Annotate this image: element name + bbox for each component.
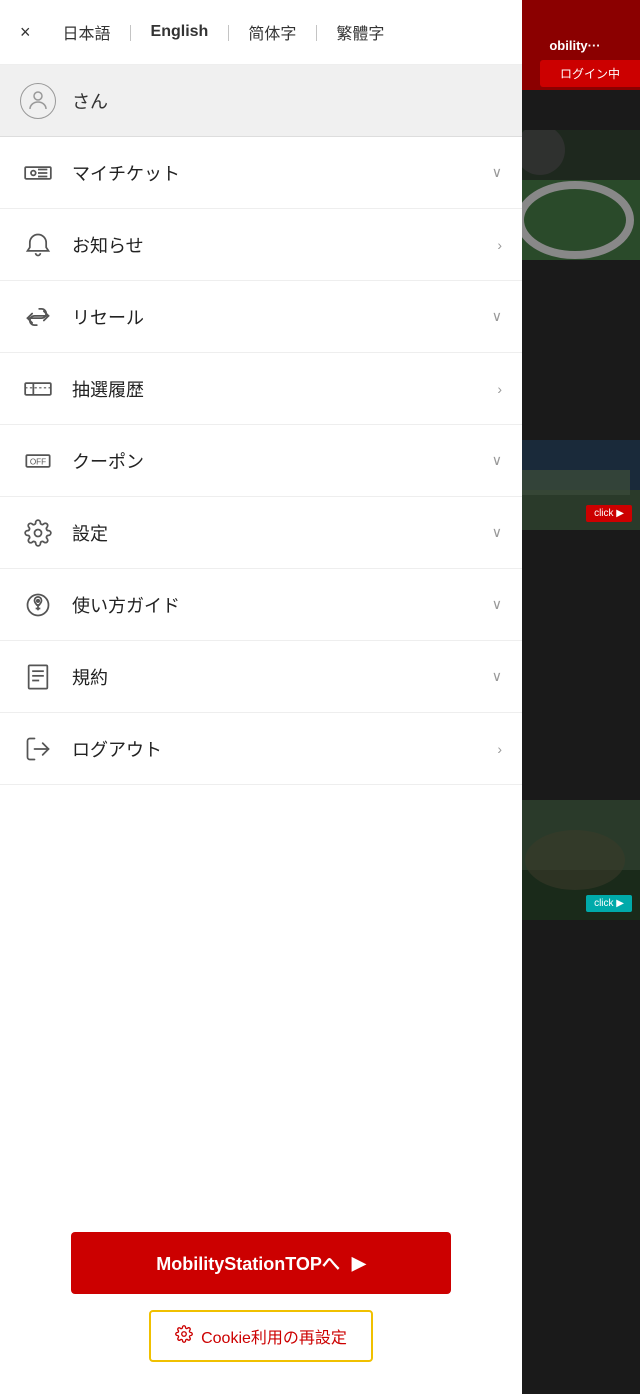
ticket-icon <box>20 155 56 191</box>
how-to-guide-label: 使い方ガイド <box>72 592 476 618</box>
my-ticket-arrow: ∨ <box>492 164 502 181</box>
brand-title: obility··· <box>544 33 605 58</box>
resale-arrow: ∨ <box>492 308 502 325</box>
language-bar: × 日本語 ｜ English ｜ 简体字 ｜ 繁體字 <box>0 0 522 65</box>
cookie-btn-label: Cookie利用の再設定 <box>201 1324 347 1348</box>
menu-panel: × 日本語 ｜ English ｜ 简体字 ｜ 繁體字 さん <box>0 0 522 1394</box>
mobility-station-top-button[interactable]: MobilityStationTOPへ ▶ <box>71 1232 451 1294</box>
racing-image-3: click ▶ <box>510 800 640 920</box>
my-ticket-label: マイチケット <box>72 160 476 186</box>
racing-image-1 <box>510 130 640 260</box>
lang-traditional-chinese[interactable]: 繁體字 <box>324 20 396 44</box>
menu-item-resale[interactable]: リセール ∨ <box>0 281 522 353</box>
resale-label: リセール <box>72 304 476 330</box>
lang-english[interactable]: English <box>139 23 221 41</box>
lang-sep-2: ｜ <box>220 20 236 44</box>
background-right-panel: obility··· ログイン中 click ▶ click ▶ <box>510 0 640 1394</box>
terms-label: 規約 <box>72 664 476 690</box>
coupon-arrow: ∨ <box>492 452 502 469</box>
notifications-arrow: › <box>497 237 502 253</box>
how-to-guide-arrow: ∨ <box>492 596 502 613</box>
lang-japanese[interactable]: 日本語 <box>51 20 123 44</box>
menu-item-coupon[interactable]: OFF クーポン ∨ <box>0 425 522 497</box>
coupon-label: クーポン <box>72 448 476 474</box>
close-button[interactable]: × <box>20 23 31 41</box>
menu-item-lottery-history[interactable]: 抽選履歴 › <box>0 353 522 425</box>
terms-icon <box>20 659 56 695</box>
settings-arrow: ∨ <box>492 524 502 541</box>
lottery-icon <box>20 371 56 407</box>
lottery-history-arrow: › <box>497 381 502 397</box>
menu-item-how-to-guide[interactable]: 使い方ガイド ∨ <box>0 569 522 641</box>
cookie-gear-icon <box>175 1325 193 1348</box>
logout-icon <box>20 731 56 767</box>
click-button-1[interactable]: click ▶ <box>586 505 632 522</box>
click-button-2[interactable]: click ▶ <box>586 895 632 912</box>
svg-text:OFF: OFF <box>30 457 46 466</box>
mobility-btn-label: MobilityStationTOPへ <box>156 1250 340 1276</box>
login-badge: ログイン中 <box>540 60 640 87</box>
lang-sep-3: ｜ <box>308 20 324 44</box>
mobility-btn-arrow: ▶ <box>352 1253 366 1274</box>
racing-image-2: click ▶ <box>510 440 640 530</box>
bell-icon <box>20 227 56 263</box>
racing-track-svg <box>510 130 640 260</box>
menu-item-my-ticket[interactable]: マイチケット ∨ <box>0 137 522 209</box>
guide-icon <box>20 587 56 623</box>
coupon-icon: OFF <box>20 443 56 479</box>
menu-items-list: マイチケット ∨ お知らせ › <box>0 137 522 1208</box>
menu-item-settings[interactable]: 設定 ∨ <box>0 497 522 569</box>
logout-label: ログアウト <box>72 736 481 762</box>
notifications-label: お知らせ <box>72 232 481 258</box>
resale-icon <box>20 299 56 335</box>
lang-simplified-chinese[interactable]: 简体字 <box>236 20 308 44</box>
user-avatar <box>20 83 56 119</box>
person-icon <box>26 89 50 113</box>
menu-bottom-section: MobilityStationTOPへ ▶ Cookie利用の再設定 <box>0 1208 522 1394</box>
menu-item-logout[interactable]: ログアウト › <box>0 713 522 785</box>
logout-arrow: › <box>497 741 502 757</box>
settings-icon <box>20 515 56 551</box>
cookie-reset-button[interactable]: Cookie利用の再設定 <box>149 1310 373 1362</box>
lottery-history-label: 抽選履歴 <box>72 376 481 402</box>
menu-item-notifications[interactable]: お知らせ › <box>0 209 522 281</box>
lang-sep-1: ｜ <box>123 20 139 44</box>
settings-label: 設定 <box>72 520 476 546</box>
user-name-label: さん <box>72 88 108 114</box>
terms-arrow: ∨ <box>492 668 502 685</box>
menu-item-terms[interactable]: 規約 ∨ <box>0 641 522 713</box>
user-profile-row: さん <box>0 65 522 137</box>
